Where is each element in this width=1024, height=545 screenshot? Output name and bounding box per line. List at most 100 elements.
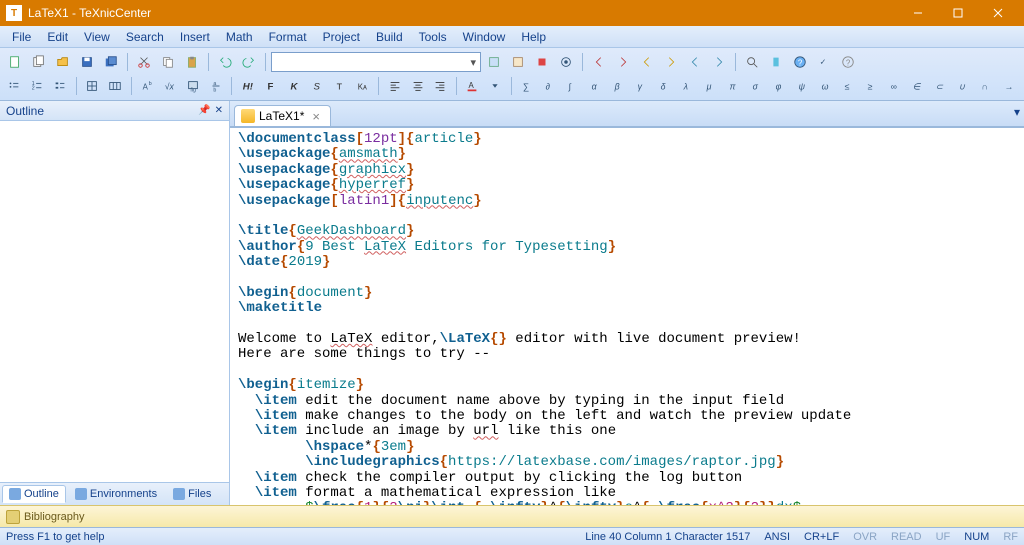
slanted-button[interactable]: S	[306, 75, 327, 97]
list-description-button[interactable]	[50, 75, 71, 97]
spellcheck-button[interactable]: ✓	[813, 51, 835, 73]
paste-button[interactable]	[181, 51, 203, 73]
menu-format[interactable]: Format	[261, 28, 315, 46]
build-view-button[interactable]	[507, 51, 529, 73]
tabular-button[interactable]	[105, 75, 126, 97]
menu-insert[interactable]: Insert	[172, 28, 218, 46]
save-all-button[interactable]	[100, 51, 122, 73]
math-symbol-button-3[interactable]: α	[586, 75, 607, 97]
menu-help[interactable]: Help	[513, 28, 554, 46]
sidebar-tab-environments[interactable]: Environments	[68, 485, 164, 503]
math-symbol-button-15[interactable]: ≥	[861, 75, 882, 97]
redo-button[interactable]	[238, 51, 260, 73]
window-title: LaTeX1 - TeXnicCenter	[28, 6, 898, 20]
italic-button[interactable]: K	[283, 75, 304, 97]
prev-error-button[interactable]	[588, 51, 610, 73]
menu-math[interactable]: Math	[218, 28, 261, 46]
file-tab-latex1[interactable]: LaTeX1* ×	[234, 105, 331, 126]
math-symbol-button-17[interactable]: ∈	[907, 75, 928, 97]
math-symbol-button-4[interactable]: β	[609, 75, 630, 97]
next-badbox-button[interactable]	[708, 51, 730, 73]
menu-view[interactable]: View	[76, 28, 118, 46]
menu-tools[interactable]: Tools	[411, 28, 455, 46]
menu-file[interactable]: File	[4, 28, 39, 46]
menu-search[interactable]: Search	[118, 28, 172, 46]
svg-text:β: β	[614, 82, 620, 92]
context-help-button[interactable]: ?	[837, 51, 859, 73]
table-button[interactable]	[82, 75, 103, 97]
toggle-bookmark-button[interactable]	[765, 51, 787, 73]
cut-button[interactable]	[133, 51, 155, 73]
math-symbol-button-14[interactable]: ≤	[838, 75, 859, 97]
align-right-button[interactable]	[430, 75, 451, 97]
math-symbol-button-5[interactable]: γ	[632, 75, 653, 97]
align-center-button[interactable]	[407, 75, 428, 97]
smallcaps-button[interactable]: Kᴀ	[352, 75, 373, 97]
close-button[interactable]	[978, 0, 1018, 26]
minimize-button[interactable]	[898, 0, 938, 26]
figure-button[interactable]: fig	[183, 75, 204, 97]
math-symbol-button-21[interactable]: →	[999, 75, 1020, 97]
build-button[interactable]	[483, 51, 505, 73]
new-file-button[interactable]	[4, 51, 26, 73]
math-symbol-button-16[interactable]: ∞	[884, 75, 905, 97]
math-symbol-button-0[interactable]: ∑	[517, 75, 538, 97]
panel-pin-icon[interactable]: 📌	[198, 105, 210, 116]
math-symbol-button-7[interactable]: λ	[677, 75, 698, 97]
math-symbol-button-12[interactable]: ψ	[792, 75, 813, 97]
sidebar-tab-files[interactable]: Files	[166, 485, 218, 503]
help-button[interactable]: ?	[789, 51, 811, 73]
sidebar-tab-outline[interactable]: Outline	[2, 485, 66, 503]
toolbar-area: ? ✓ ? 12 Ab √x fig ab H! F K S T Kᴀ A //…	[0, 48, 1024, 101]
math-symbol-button-19[interactable]: ∪	[953, 75, 974, 97]
open-button[interactable]	[52, 51, 74, 73]
math-symbol-button-6[interactable]: δ	[655, 75, 676, 97]
math-symbol-button-20[interactable]: ∩	[976, 75, 997, 97]
align-left-button[interactable]	[384, 75, 405, 97]
next-warning-button[interactable]	[660, 51, 682, 73]
svg-text:fig: fig	[190, 87, 196, 93]
panel-close-icon[interactable]: ✕	[215, 105, 223, 116]
math-symbol-button-11[interactable]: φ	[769, 75, 790, 97]
menu-window[interactable]: Window	[455, 28, 514, 46]
new-project-button[interactable]	[28, 51, 50, 73]
close-tab-icon[interactable]: ×	[312, 110, 320, 123]
next-error-button[interactable]	[612, 51, 634, 73]
list-numbered-button[interactable]: 12	[27, 75, 48, 97]
svg-text:A: A	[143, 83, 149, 92]
menu-edit[interactable]: Edit	[39, 28, 76, 46]
list-bullet-button[interactable]	[4, 75, 25, 97]
code-editor[interactable]: \documentclass[12pt]{article} \usepackag…	[230, 127, 1024, 505]
environments-icon	[75, 488, 87, 500]
math-symbol-button-10[interactable]: σ	[746, 75, 767, 97]
prev-warning-button[interactable]	[636, 51, 658, 73]
menu-project[interactable]: Project	[315, 28, 368, 46]
maximize-button[interactable]	[938, 0, 978, 26]
undo-button[interactable]	[214, 51, 236, 73]
view-output-button[interactable]	[555, 51, 577, 73]
math-symbol-button-18[interactable]: ⊂	[930, 75, 951, 97]
save-button[interactable]	[76, 51, 98, 73]
math-symbol-button-9[interactable]: π	[723, 75, 744, 97]
typewriter-button[interactable]: T	[329, 75, 350, 97]
textsuperscript-button[interactable]: Ab	[137, 75, 158, 97]
bibliography-bar[interactable]: Bibliography	[0, 505, 1024, 527]
bold-button[interactable]: F	[260, 75, 281, 97]
fraction-button[interactable]: ab	[206, 75, 227, 97]
copy-button[interactable]	[157, 51, 179, 73]
find-button[interactable]	[741, 51, 763, 73]
stop-build-button[interactable]	[531, 51, 553, 73]
math-symbol-button-1[interactable]: ∂	[540, 75, 561, 97]
build-profile-dropdown[interactable]	[271, 52, 481, 72]
font-color-button[interactable]: A	[462, 75, 483, 97]
equation-button[interactable]: √x	[160, 75, 181, 97]
prev-badbox-button[interactable]	[684, 51, 706, 73]
math-symbol-button-13[interactable]: ω	[815, 75, 836, 97]
math-symbol-button-2[interactable]: ∫	[563, 75, 584, 97]
menu-build[interactable]: Build	[368, 28, 411, 46]
math-symbol-button-8[interactable]: μ	[700, 75, 721, 97]
outline-tree[interactable]	[0, 121, 229, 482]
heading-button[interactable]: H!	[237, 75, 258, 97]
tab-overflow-icon[interactable]: ▾	[1014, 105, 1020, 119]
dropdown-arrow[interactable]	[485, 75, 506, 97]
